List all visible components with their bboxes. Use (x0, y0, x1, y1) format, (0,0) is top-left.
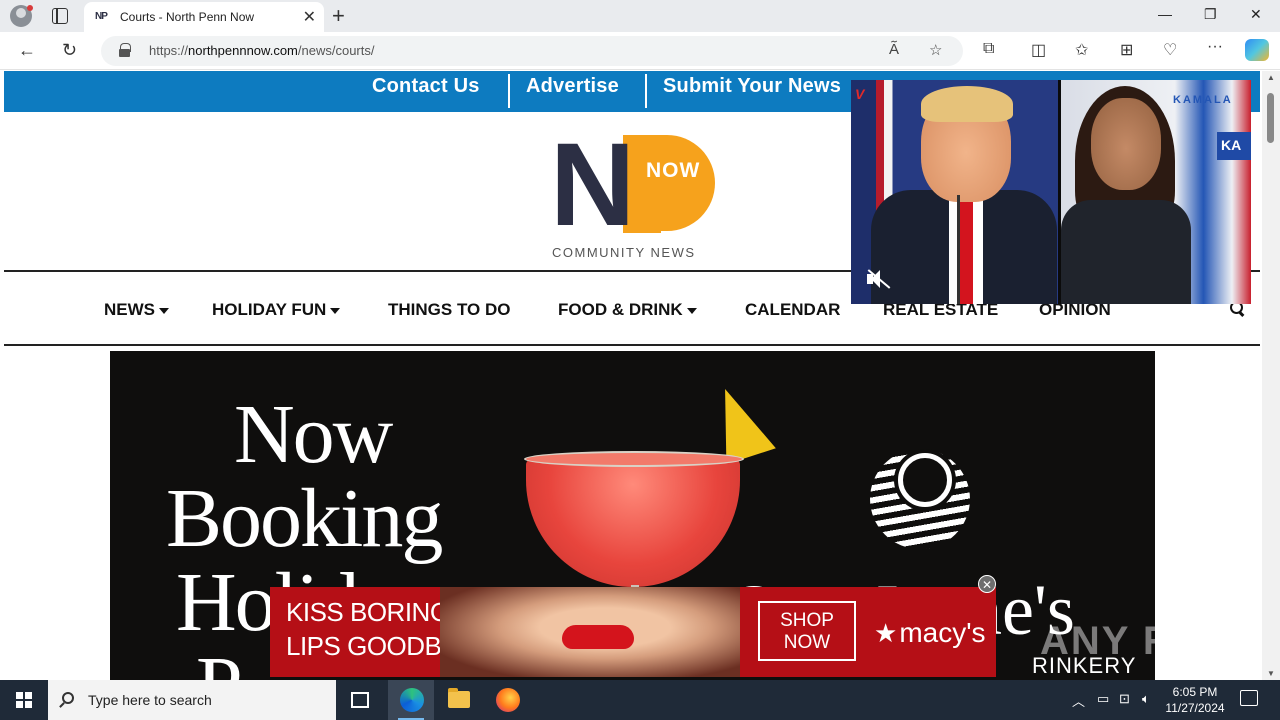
volume-icon[interactable]: 🔈︎ (1142, 691, 1150, 707)
firefox-taskbar-button[interactable] (484, 680, 530, 720)
scroll-up-icon[interactable]: ▲ (1267, 73, 1275, 82)
refresh-button[interactable]: ↻ (62, 40, 77, 61)
restore-icon[interactable]: ❐ (1204, 6, 1217, 23)
tab-title: Courts - North Penn Now (120, 10, 255, 24)
macys-banner-ad[interactable]: KISS BORING LIPS GOODBYE SHOP NOW ★macy's (270, 587, 996, 677)
windows-taskbar: Type here to search ︿ ▭ ⊡ 🔈︎ 6:05 PM 11/… (0, 680, 1280, 720)
scroll-down-icon[interactable]: ▼ (1267, 669, 1275, 678)
edge-taskbar-button[interactable] (388, 680, 434, 720)
sign-text: KAMALA (1173, 94, 1233, 106)
site-favicon-icon: NP (95, 11, 108, 22)
floating-video-player[interactable]: KAMALA KA V (851, 80, 1251, 304)
ad-headline-line2: Booking (166, 472, 443, 565)
logo-letter-n: N (550, 119, 635, 251)
window-close-icon[interactable]: ✕ (1250, 6, 1262, 23)
nav-food-drink[interactable]: FOOD & DRINK (558, 300, 697, 320)
new-tab-button[interactable]: + (332, 3, 345, 29)
chevron-down-icon (159, 307, 169, 314)
ad-headline-line1: Now (234, 388, 393, 481)
anyrun-watermark: ANY RUN (1040, 619, 1236, 663)
active-tab[interactable]: NP Courts - North Penn Now ✕ (84, 2, 324, 32)
network-icon[interactable]: ⊡ (1119, 691, 1130, 707)
edge-icon (400, 688, 424, 712)
star-icon: ★ (874, 618, 898, 648)
clock-date: 11/27/2024 (1165, 701, 1225, 715)
nav-things-to-do[interactable]: THINGS TO DO (388, 300, 510, 320)
notifications-icon[interactable] (1240, 690, 1258, 706)
split-screen-icon[interactable]: ◫ (1031, 40, 1046, 60)
lock-icon[interactable] (119, 43, 131, 57)
browser-tab-strip: NP Courts - North Penn Now ✕ + — ❐ ✕ (0, 0, 1280, 32)
nav-bottom-rule (4, 344, 1260, 346)
chevron-down-icon (686, 307, 697, 314)
shop-now-button[interactable]: SHOP NOW (758, 601, 856, 661)
macys-logo: ★macy's (874, 617, 986, 648)
submit-news-link[interactable]: Submit Your News (663, 75, 841, 98)
advertise-link[interactable]: Advertise (526, 75, 619, 98)
video-channel-logo: V (855, 86, 865, 102)
system-clock[interactable]: 6:05 PM 11/27/2024 (1160, 684, 1230, 716)
firefox-icon (496, 688, 520, 712)
page-scrollbar[interactable]: ▲ ▼ (1262, 71, 1280, 680)
sign-badge: KA (1217, 132, 1251, 160)
nav-calendar[interactable]: CALENDAR (745, 300, 840, 320)
favorite-star-icon[interactable]: ☆ (929, 41, 942, 59)
tab-actions-icon[interactable] (52, 8, 68, 24)
search-icon (62, 692, 74, 704)
url-bar[interactable]: https://northpennnow.com/news/courts/ A᷉… (101, 36, 963, 66)
winery-sun-logo-icon (870, 449, 970, 549)
logo-p-stem (623, 193, 661, 233)
close-tab-icon[interactable]: ✕ (303, 7, 316, 27)
nav-holiday-fun[interactable]: HOLIDAY FUN (212, 300, 341, 320)
task-view-icon[interactable] (351, 692, 369, 708)
scrollbar-thumb[interactable] (1267, 93, 1274, 143)
minimize-icon[interactable]: — (1158, 6, 1172, 22)
chevron-down-icon (330, 307, 341, 314)
device-icon[interactable]: ▭ (1097, 691, 1109, 707)
muted-speaker-icon[interactable] (865, 268, 891, 290)
taskbar-search-box[interactable]: Type here to search (48, 680, 336, 720)
site-logo[interactable]: N NOW COMMUNITY NEWS (548, 119, 723, 263)
extensions-icon[interactable]: ⧉ (983, 40, 994, 58)
url-text[interactable]: https://northpennnow.com/news/courts/ (149, 43, 374, 58)
red-lips-image (562, 625, 634, 649)
browser-essentials-icon[interactable]: ♡ (1163, 40, 1177, 60)
search-placeholder: Type here to search (88, 692, 212, 708)
copilot-icon[interactable] (1245, 39, 1269, 61)
read-aloud-icon[interactable]: A᷉ (889, 41, 899, 58)
screen: NP Courts - North Penn Now ✕ + — ❐ ✕ ← ↻… (0, 0, 1280, 720)
file-explorer-taskbar-button[interactable] (436, 680, 482, 720)
divider (645, 74, 647, 108)
clock-time: 6:05 PM (1172, 685, 1218, 699)
notification-dot (27, 5, 33, 11)
ad-headline-line4: P (196, 645, 243, 681)
nav-news[interactable]: NEWS (104, 300, 169, 320)
logo-tagline: COMMUNITY NEWS (552, 245, 696, 260)
close-ad-button[interactable]: ✕ (978, 575, 996, 593)
video-right-frame: KAMALA KA (1061, 80, 1251, 304)
tray-chevron-up-icon[interactable]: ︿ (1072, 691, 1085, 710)
windows-start-icon[interactable] (16, 692, 32, 708)
contact-us-link[interactable]: Contact Us (372, 75, 480, 98)
banner-line1: KISS BORING (286, 597, 450, 627)
address-toolbar: ← ↻ https://northpennnow.com/news/courts… (0, 32, 1280, 70)
microphone (957, 195, 960, 304)
favorites-icon[interactable]: ✩ (1075, 40, 1088, 60)
collections-icon[interactable]: ⊞ (1120, 40, 1133, 60)
divider (508, 74, 510, 108)
back-button[interactable]: ← (18, 40, 36, 61)
folder-icon (448, 688, 470, 708)
logo-badge: NOW (646, 159, 701, 182)
more-menu-icon[interactable]: ··· (1207, 38, 1223, 56)
